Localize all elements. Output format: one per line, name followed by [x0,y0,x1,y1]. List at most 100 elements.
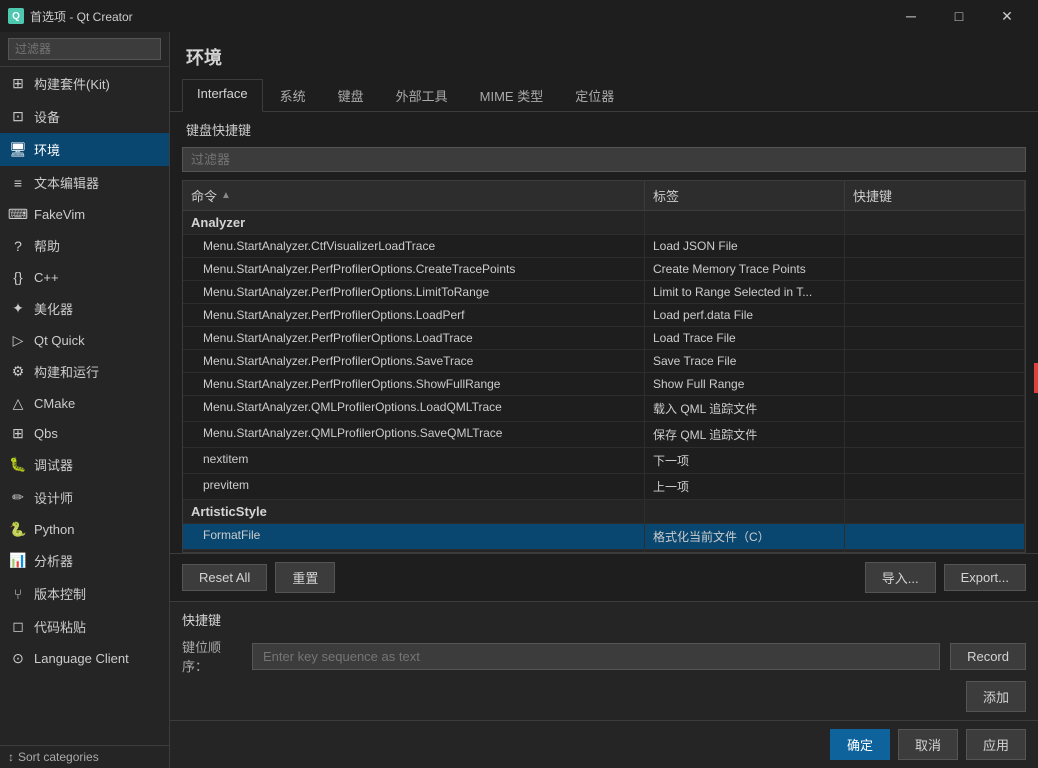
table-row[interactable]: Menu.StartAnalyzer.PerfProfilerOptions.L… [183,327,1025,350]
close-button[interactable]: ✕ [984,0,1030,32]
sidebar-item-label: 设备 [34,107,60,126]
command-cell: Menu.StartAnalyzer.PerfProfilerOptions.L… [183,327,645,349]
app-icon: Q [8,8,24,24]
shortcut-section-title: 快捷键 [182,610,1026,629]
import-button[interactable]: 导入... [865,562,936,593]
langclient-icon: ⊙ [10,650,26,666]
record-button[interactable]: Record [950,643,1026,670]
tab-system[interactable]: 系统 [265,79,321,112]
sidebar-item-designer[interactable]: ✏ 设计师 [0,481,169,514]
sidebar-item-cpp[interactable]: {} C++ [0,262,169,292]
sidebar-item-label: FakeVim [34,207,85,222]
reset-button[interactable]: 重置 [275,562,335,593]
sort-categories-button[interactable]: ↕ Sort categories [0,745,169,768]
sidebar-item-buildrun[interactable]: ⚙ 构建和运行 [0,355,169,388]
apply-button[interactable]: 应用 [966,729,1026,760]
cancel-button[interactable]: 取消 [898,729,958,760]
reset-all-button[interactable]: Reset All [182,564,267,591]
tag-cell: 保存 QML 追踪文件 [645,422,845,447]
bottom-buttons: Reset All 重置 导入... Export... [170,553,1038,601]
table-row[interactable]: nextitem 下一项 [183,448,1025,474]
command-cell: FormatFile [183,524,645,549]
sidebar-item-debugger[interactable]: 🐛 调试器 [0,448,169,481]
sidebar-item-label: 设计师 [34,488,73,507]
tag-cell: 上一项 [645,474,845,499]
kit-icon: ⊞ [10,76,26,92]
minimize-button[interactable]: ─ [888,0,934,32]
main-window: Q 首选项 - Qt Creator ─ □ ✕ ⊞ 构建套件(Kit) ⊡ 设… [0,0,1038,768]
sidebar-item-label: 美化器 [34,299,73,318]
tab-keyboard[interactable]: 键盘 [323,79,379,112]
sidebar-item-help[interactable]: ? 帮助 [0,229,169,262]
sidebar-item-langclient[interactable]: ⊙ Language Client [0,643,169,673]
keyboard-filter-input[interactable] [182,147,1026,172]
sidebar-item-fakevim[interactable]: ⌨ FakeVim [0,199,169,229]
tab-interface[interactable]: Interface [182,79,263,112]
tabs-bar: Interface 系统 键盘 外部工具 MIME 类型 定位器 [170,78,1038,112]
table-row[interactable]: FormatFile 格式化当前文件（C） [183,524,1025,550]
table-row[interactable]: Menu.StartAnalyzer.PerfProfilerOptions.C… [183,258,1025,281]
tab-locator[interactable]: 定位器 [560,79,629,112]
table-row[interactable]: Menu.StartAnalyzer.PerfProfilerOptions.L… [183,281,1025,304]
sidebar-item-device[interactable]: ⊡ 设备 [0,100,169,133]
maximize-button[interactable]: □ [936,0,982,32]
qbs-icon: ⊞ [10,425,26,441]
group-name: ArtisticStyle [183,500,645,523]
sidebar-item-qtquick[interactable]: ▷ Qt Quick [0,325,169,355]
tag-cell: 格式化当前文件（C） [645,524,845,549]
window-title: 首选项 - Qt Creator [30,8,888,25]
tag-cell: Create Memory Trace Points [645,258,845,280]
sidebar-item-python[interactable]: 🐍 Python [0,514,169,544]
group-tag [645,211,845,234]
sidebar-item-cmake[interactable]: △ CMake [0,388,169,418]
main-content: ⊞ 构建套件(Kit) ⊡ 设备 🖥 环境 ≡ 文本编辑器 ⌨ FakeV [0,32,1038,768]
table-row[interactable]: Menu.StartAnalyzer.CtfVisualizerLoadTrac… [183,235,1025,258]
table-group-row[interactable]: Analyzer [183,211,1025,235]
sidebar-item-qbs[interactable]: ⊞ Qbs [0,418,169,448]
table-row[interactable]: Menu.StartAnalyzer.PerfProfilerOptions.S… [183,373,1025,396]
dialog-footer: 确定 取消 应用 [170,720,1038,768]
command-cell: Menu.StartAnalyzer.PerfProfilerOptions.S… [183,373,645,395]
key-sequence-input[interactable] [252,643,940,670]
sidebar-item-label: 构建套件(Kit) [34,74,110,93]
sidebar-item-label: 版本控制 [34,584,86,603]
sidebar-item-label: 文本编辑器 [34,173,99,192]
tab-external[interactable]: 外部工具 [381,79,463,112]
tag-cell: Load perf.data File [645,304,845,326]
sidebar-item-codesnippet[interactable]: ◻ 代码粘贴 [0,610,169,643]
sort-categories-label: Sort categories [18,750,99,764]
shortcut-cell [845,448,1025,473]
ok-button[interactable]: 确定 [830,729,890,760]
table-row[interactable]: previtem 上一项 [183,474,1025,500]
tab-mime[interactable]: MIME 类型 [465,79,559,112]
sidebar-item-kit[interactable]: ⊞ 构建套件(Kit) [0,67,169,100]
table-row[interactable]: Menu.StartAnalyzer.PerfProfilerOptions.L… [183,304,1025,327]
sidebar-item-label: C++ [34,270,59,285]
table-row[interactable]: Menu.StartAnalyzer.QMLProfilerOptions.Sa… [183,422,1025,448]
export-button[interactable]: Export... [944,564,1026,591]
sidebar-item-beautifier[interactable]: ✦ 美化器 [0,292,169,325]
cmake-icon: △ [10,395,26,411]
table-group-row[interactable]: ArtisticStyle [183,500,1025,524]
group-tag [645,500,845,523]
sort-arrow-icon: ▲ [221,190,231,201]
add-button[interactable]: 添加 [966,681,1026,712]
sidebar-item-texteditor[interactable]: ≡ 文本编辑器 [0,166,169,199]
command-cell: Menu.StartAnalyzer.PerfProfilerOptions.C… [183,258,645,280]
command-cell: Menu.StartAnalyzer.PerfProfilerOptions.L… [183,281,645,303]
fakevim-icon: ⌨ [10,206,26,222]
sidebar-item-vcs[interactable]: ⑂ 版本控制 [0,577,169,610]
table-row[interactable]: Menu.StartAnalyzer.QMLProfilerOptions.Lo… [183,396,1025,422]
sidebar-item-analyzer[interactable]: 📊 分析器 [0,544,169,577]
sidebar-item-label: 代码粘贴 [34,617,86,636]
sidebar-item-label: 分析器 [34,551,73,570]
table-row[interactable]: Menu.StartAnalyzer.PerfProfilerOptions.S… [183,350,1025,373]
scroll-indicator [1034,363,1038,393]
sidebar-filter-input[interactable] [8,38,161,60]
shortcut-cell [845,258,1025,280]
texteditor-icon: ≡ [10,175,26,191]
sidebar-item-env[interactable]: 🖥 环境 [0,133,169,166]
env-icon: 🖥 [10,142,26,158]
command-cell: Menu.StartAnalyzer.CtfVisualizerLoadTrac… [183,235,645,257]
tag-cell: Limit to Range Selected in T... [645,281,845,303]
